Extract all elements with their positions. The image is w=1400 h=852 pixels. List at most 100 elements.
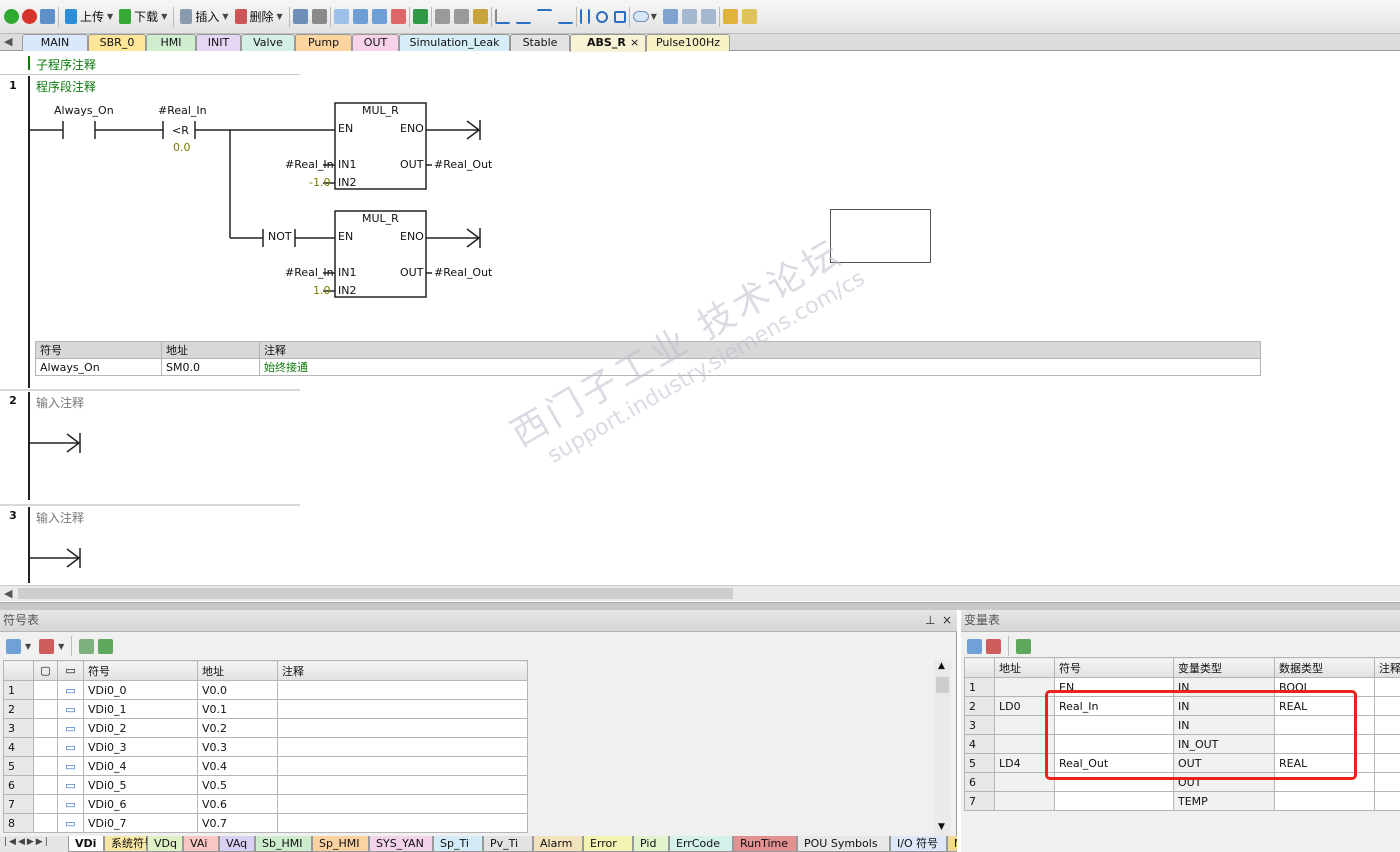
- tab-close-icon[interactable]: ×: [630, 35, 639, 51]
- block2-in1-value[interactable]: #Real_In: [285, 266, 334, 279]
- symbol-table-row[interactable]: 2 ▭ VDi0_1 V0.1: [3, 699, 528, 719]
- editor-hscroll-thumb[interactable]: [18, 588, 733, 599]
- symbol-cell[interactable]: VDi0_0: [83, 680, 198, 700]
- scroll-down-icon[interactable]: ▼: [938, 822, 945, 832]
- address-cell[interactable]: V0.0: [197, 680, 278, 700]
- symbol-table-row[interactable]: 6 ▭ VDi0_5 V0.5: [3, 775, 528, 795]
- delete-variable-icon[interactable]: [986, 638, 1001, 654]
- sheet-tab[interactable]: Modbus TC: [947, 836, 957, 852]
- row-number[interactable]: 6: [3, 775, 34, 795]
- comment-cell[interactable]: [277, 680, 528, 700]
- bookmark-icon[interactable]: [333, 9, 349, 24]
- symbol-table-row[interactable]: 1 ▭ VDi0_0 V0.0: [3, 680, 528, 700]
- block2-in2-value[interactable]: 1.0: [313, 284, 331, 297]
- tab-main[interactable]: MAIN: [22, 34, 88, 51]
- address-cell[interactable]: V0.3: [197, 737, 278, 757]
- sheet-tab[interactable]: VDi: [68, 836, 104, 852]
- comment-cell[interactable]: [277, 737, 528, 757]
- delete-row-icon[interactable]: [39, 638, 55, 654]
- create-table-icon[interactable]: [98, 638, 114, 654]
- address-cell[interactable]: V0.2: [197, 718, 278, 738]
- tab-valve[interactable]: Valve: [241, 34, 295, 51]
- var-symbol-header[interactable]: 符号: [1054, 657, 1174, 678]
- comment-cell[interactable]: [277, 794, 528, 814]
- symbol-table-icon[interactable]: [662, 9, 678, 24]
- variable-table-row[interactable]: 7 TEMP: [964, 791, 1400, 811]
- var-comment-cell[interactable]: [1374, 753, 1400, 773]
- comment-cell[interactable]: [277, 775, 528, 795]
- sheet-tab[interactable]: Pv_Ti: [483, 836, 533, 852]
- var-comment-cell[interactable]: [1374, 772, 1400, 792]
- row-number[interactable]: 1: [3, 680, 34, 700]
- edit-icon[interactable]: [681, 9, 697, 24]
- sheet-tab[interactable]: RunTime: [733, 836, 797, 852]
- branch-down-icon[interactable]: [494, 9, 510, 24]
- var-row-number[interactable]: 6: [964, 772, 995, 792]
- sheet-nav-icons[interactable]: |◀◀▶▶|: [4, 837, 50, 847]
- sheet-tab[interactable]: VDq: [147, 836, 183, 852]
- symbol-vscroll-thumb[interactable]: [936, 677, 949, 693]
- address-cell[interactable]: V0.6: [197, 794, 278, 814]
- row-number[interactable]: 5: [3, 756, 34, 776]
- line-down-icon[interactable]: [515, 9, 531, 24]
- upload-button[interactable]: 上传 ▼: [62, 6, 116, 28]
- data-type-cell[interactable]: [1274, 791, 1375, 811]
- line-right-icon[interactable]: [557, 9, 573, 24]
- symbol-table-row[interactable]: 7 ▭ VDi0_6 V0.6: [3, 794, 528, 814]
- var-comment-cell[interactable]: [1374, 734, 1400, 754]
- address-cell[interactable]: V0.7: [197, 813, 278, 833]
- var-row-number[interactable]: 7: [964, 791, 995, 811]
- comment-cell[interactable]: [277, 718, 528, 738]
- coil-icon[interactable]: [595, 10, 608, 23]
- sheet-tab[interactable]: I/O 符号: [890, 836, 947, 852]
- block1-out-value[interactable]: #Real_Out: [434, 158, 492, 171]
- tab-out[interactable]: OUT: [352, 34, 399, 51]
- var-comment-cell[interactable]: [1374, 791, 1400, 811]
- prev-bookmark-icon[interactable]: [352, 9, 368, 24]
- clear-bookmark-icon[interactable]: [390, 9, 406, 24]
- sheet-tab[interactable]: POU Symbols: [797, 836, 890, 852]
- compile-icon[interactable]: [40, 9, 55, 24]
- tab-init[interactable]: INIT: [196, 34, 241, 51]
- var-comment-cell[interactable]: [1374, 677, 1400, 697]
- sheet-tab[interactable]: SYS_YAN: [369, 836, 433, 852]
- var-comment-cell[interactable]: [1374, 715, 1400, 735]
- address-col-header[interactable]: 地址: [197, 660, 278, 681]
- lock-icon[interactable]: [434, 9, 450, 24]
- row-number[interactable]: 8: [3, 813, 34, 833]
- var-symbol-cell[interactable]: [1054, 791, 1174, 811]
- tab-hmi[interactable]: HMI: [146, 34, 196, 51]
- sheet-tab[interactable]: ErrCode: [669, 836, 733, 852]
- row-number[interactable]: 4: [3, 737, 34, 757]
- symbol-cell[interactable]: VDi0_6: [83, 794, 198, 814]
- insert-button[interactable]: 插入 ▼: [177, 6, 231, 28]
- var-row-number[interactable]: 5: [964, 753, 995, 773]
- var-row-number[interactable]: 3: [964, 715, 995, 735]
- compare-operand-label[interactable]: #Real_In: [158, 104, 207, 117]
- tab-abs-r[interactable]: ABS_R ×: [570, 34, 646, 52]
- program-status-icon[interactable]: [292, 9, 308, 24]
- run-icon[interactable]: [4, 9, 19, 24]
- tab-scroll-left-icon[interactable]: ◀: [4, 35, 12, 48]
- block1-in1-value[interactable]: #Real_In: [285, 158, 334, 171]
- export-icon[interactable]: [412, 9, 428, 24]
- sheet-tab[interactable]: Pid: [633, 836, 669, 852]
- row-number[interactable]: 3: [3, 718, 34, 738]
- symbol-table-row[interactable]: 5 ▭ VDi0_4 V0.4: [3, 756, 528, 776]
- sheet-tab[interactable]: 系统符号: [104, 836, 155, 852]
- scroll-left-icon[interactable]: ◀: [4, 587, 12, 600]
- network-3-comment[interactable]: 输入注释: [36, 509, 84, 526]
- delete-button[interactable]: 删除 ▼: [232, 6, 286, 28]
- tab-pump[interactable]: Pump: [295, 34, 352, 51]
- symbol-cell[interactable]: VDi0_3: [83, 737, 198, 757]
- key-icon[interactable]: [472, 9, 488, 24]
- row-number[interactable]: 7: [3, 794, 34, 814]
- var-comment-cell[interactable]: [1374, 696, 1400, 716]
- symbol-vscrollbar[interactable]: ▲ ▼: [934, 660, 951, 836]
- symbol-col-header[interactable]: 符号: [83, 660, 198, 681]
- comment-cell[interactable]: [277, 813, 528, 833]
- editor-hscrollbar[interactable]: ◀: [0, 585, 1400, 601]
- create-variable-icon[interactable]: [1016, 638, 1031, 654]
- tab-stable[interactable]: Stable: [510, 34, 570, 51]
- var-address-header[interactable]: 地址: [994, 657, 1055, 678]
